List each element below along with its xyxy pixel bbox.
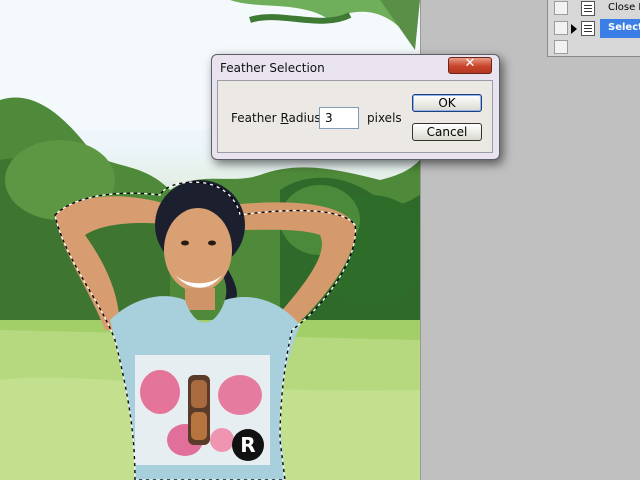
dialog-body: Feather Radius: pixels OK Cancel xyxy=(217,80,493,153)
action-toggle-checkbox[interactable] xyxy=(554,1,568,15)
expand-arrow-icon[interactable] xyxy=(571,24,577,34)
actions-panel: Close P Selection xyxy=(547,0,640,57)
document-icon xyxy=(581,1,595,16)
action-toggle-checkbox[interactable] xyxy=(554,40,568,54)
action-item-close[interactable]: Close P xyxy=(548,0,640,18)
action-item-selection[interactable]: Selection xyxy=(548,19,640,38)
feather-radius-input[interactable] xyxy=(319,107,359,129)
document-icon xyxy=(581,21,595,36)
action-item-label: Selection xyxy=(608,22,640,33)
action-toggle-checkbox[interactable] xyxy=(554,21,568,35)
cancel-button[interactable]: Cancel xyxy=(412,123,482,141)
ok-button[interactable]: OK xyxy=(412,94,482,112)
feather-selection-dialog: Feather Selection ✕ Feather Radius: pixe… xyxy=(211,54,500,160)
svg-text:R: R xyxy=(240,433,255,457)
action-item-empty xyxy=(548,38,640,57)
close-icon: ✕ xyxy=(464,56,476,71)
feather-radius-label: Feather Radius: xyxy=(231,111,325,125)
close-button[interactable]: ✕ xyxy=(448,56,492,74)
units-label: pixels xyxy=(367,111,402,125)
action-item-label: Close P xyxy=(608,2,640,13)
dialog-title: Feather Selection xyxy=(220,61,325,75)
